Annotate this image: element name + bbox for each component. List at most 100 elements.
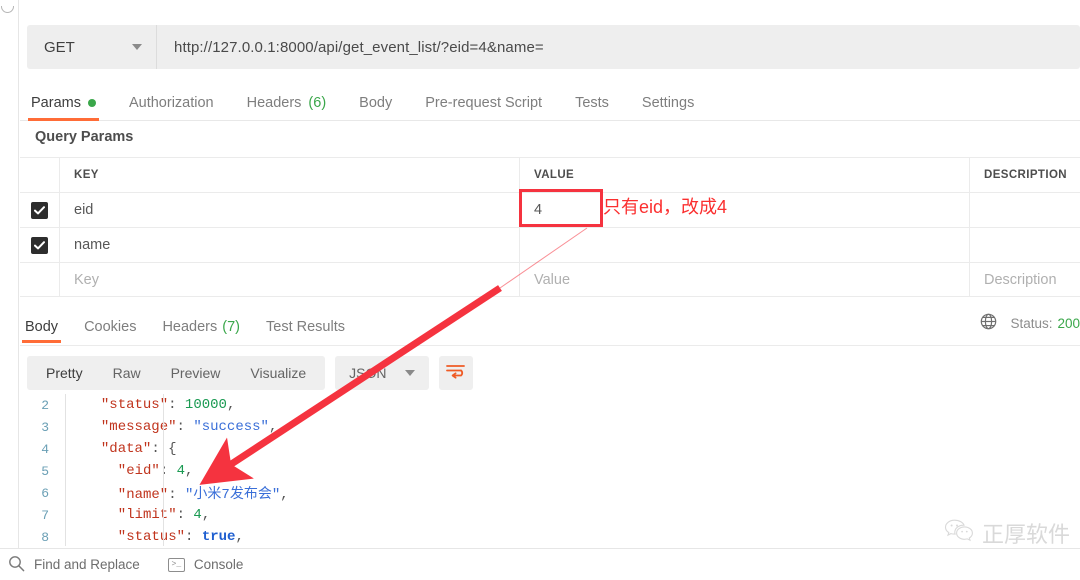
code-token: "status"	[100, 397, 169, 413]
code-token: :	[168, 487, 186, 503]
code-line: 3 "message": "success",	[20, 416, 1080, 438]
code-token: ,	[235, 529, 244, 545]
console-button[interactable]: >_ Console	[167, 557, 244, 572]
code-token: ,	[268, 419, 278, 435]
table-row: name	[20, 227, 1080, 262]
row-checkbox-empty[interactable]	[20, 263, 60, 296]
left-rail	[0, 0, 19, 548]
url-input[interactable]: http://127.0.0.1:8000/api/get_event_list…	[157, 25, 1080, 69]
code-lines: 2 "status": 10000, 3 "message": "success", 4…	[20, 394, 1080, 546]
row-checkbox-name[interactable]	[20, 228, 60, 262]
header-cell-check	[20, 158, 60, 192]
header-value: VALUE	[534, 169, 575, 181]
checkbox-checked-icon	[31, 236, 48, 254]
status-code: 200	[1057, 315, 1080, 331]
unsaved-dot-icon	[87, 99, 96, 107]
code-text: "message": "success",	[66, 419, 277, 435]
http-method-select[interactable]: GET	[27, 25, 157, 69]
row-key-eid[interactable]: eid	[74, 202, 93, 218]
tab-tests[interactable]: Tests	[575, 86, 609, 120]
search-icon	[8, 555, 25, 575]
query-params-title: Query Params	[35, 129, 134, 145]
terminal-icon: >_	[167, 557, 185, 572]
key-placeholder[interactable]: Key	[74, 272, 99, 288]
code-token: 4	[193, 507, 202, 523]
code-token: ,	[185, 463, 194, 479]
tab-headers-label: Headers	[246, 95, 302, 111]
tab-headers-count: (6)	[308, 95, 327, 111]
response-status: Status: 200	[980, 313, 1080, 333]
response-format-toolbar: Pretty Raw Preview Visualize JSON	[27, 356, 473, 390]
code-token: 4	[176, 463, 186, 479]
code-text: "eid": 4,	[66, 463, 194, 479]
response-tab-headers-label: Headers	[162, 319, 218, 335]
line-number: 5	[41, 463, 49, 479]
row-checkbox-eid[interactable]	[20, 193, 60, 227]
word-wrap-icon	[446, 363, 465, 384]
format-preview[interactable]: Preview	[156, 356, 236, 390]
code-token: ,	[280, 487, 289, 503]
response-body-code[interactable]: 2 "status": 10000, 3 "message": "success", 4…	[20, 394, 1080, 546]
value-placeholder[interactable]: Value	[534, 272, 570, 288]
line-number: 8	[41, 529, 49, 545]
url-text: http://127.0.0.1:8000/api/get_event_list…	[174, 38, 544, 56]
code-token: "data"	[100, 441, 152, 457]
line-number: 3	[41, 419, 49, 435]
row-key-name[interactable]: name	[74, 237, 110, 253]
checkbox-checked-icon	[31, 201, 48, 219]
tab-settings-label: Settings	[641, 95, 695, 111]
tab-pre-request-script[interactable]: Pre-request Script	[425, 86, 542, 120]
format-raw[interactable]: Raw	[98, 356, 156, 390]
tab-headers[interactable]: Headers (6)	[247, 86, 327, 120]
find-and-replace-button[interactable]: Find and Replace	[8, 555, 140, 575]
code-token: "eid"	[117, 463, 160, 479]
line-number: 4	[41, 441, 49, 457]
code-text: "status": 10000,	[66, 397, 235, 413]
response-tab-test-results-label: Test Results	[266, 319, 345, 335]
code-token: "name"	[117, 487, 169, 503]
content-type-select[interactable]: JSON	[335, 356, 429, 390]
code-line: 6 "name": "小米7发布会",	[20, 482, 1080, 504]
table-row-empty: Key Value Description	[20, 262, 1080, 297]
watermark: 正厚软件	[944, 517, 1070, 549]
response-tab-headers[interactable]: Headers (7)	[162, 312, 240, 342]
code-token: :	[168, 397, 185, 413]
code-token: true	[201, 529, 236, 545]
code-token: ,	[226, 397, 236, 413]
format-pretty[interactable]: Pretty	[31, 356, 98, 390]
code-line: 2 "status": 10000,	[20, 394, 1080, 416]
row-value-eid[interactable]: 4	[534, 202, 542, 218]
response-tab-body-label: Body	[25, 319, 59, 335]
code-token: "小米7发布会"	[185, 487, 281, 503]
format-visualize[interactable]: Visualize	[235, 356, 321, 390]
response-tab-cookies-label: Cookies	[84, 319, 137, 335]
tab-params[interactable]: Params	[28, 86, 99, 121]
code-token: "limit"	[117, 507, 177, 523]
response-tab-test-results[interactable]: Test Results	[266, 312, 345, 342]
tab-pre-request-script-label: Pre-request Script	[425, 95, 543, 111]
header-description: DESCRIPTION	[984, 169, 1067, 181]
tab-settings[interactable]: Settings	[642, 86, 694, 120]
code-line: 8 "status": true,	[20, 526, 1080, 546]
http-method-label: GET	[44, 38, 75, 56]
response-tabs: Body Cookies Headers (7) Test Results	[20, 312, 1080, 344]
response-tab-cookies[interactable]: Cookies	[84, 312, 136, 342]
tab-body-label: Body	[359, 95, 393, 111]
code-token: :	[176, 507, 194, 523]
response-tab-body[interactable]: Body	[21, 312, 62, 343]
tab-authorization[interactable]: Authorization	[129, 86, 214, 120]
request-url-bar: GET http://127.0.0.1:8000/api/get_event_…	[27, 25, 1080, 69]
header-key: KEY	[74, 169, 99, 181]
code-token: 10000	[184, 397, 227, 413]
response-divider	[20, 345, 1080, 346]
code-text: "data": {	[66, 441, 177, 457]
code-text: "limit": 4,	[66, 507, 210, 523]
tab-body[interactable]: Body	[359, 86, 392, 120]
globe-icon[interactable]	[980, 313, 997, 333]
table-header-row: KEY VALUE DESCRIPTION	[20, 157, 1080, 192]
word-wrap-button[interactable]	[438, 356, 473, 390]
description-placeholder[interactable]: Description	[984, 272, 1057, 288]
format-segmented-control: Pretty Raw Preview Visualize	[27, 356, 326, 390]
console-label: Console	[193, 557, 244, 572]
tab-tests-label: Tests	[575, 95, 609, 111]
